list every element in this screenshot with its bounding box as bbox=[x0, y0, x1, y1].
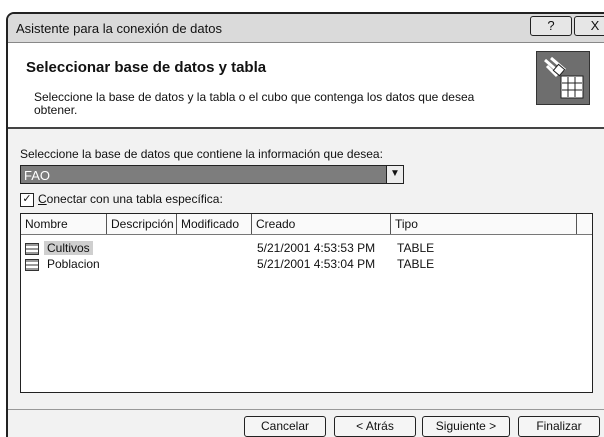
row-name: Cultivos bbox=[44, 241, 93, 255]
next-button[interactable]: Siguiente > bbox=[422, 416, 510, 437]
data-connection-icon bbox=[536, 51, 590, 105]
row-created: 5/21/2001 4:53:04 PM bbox=[257, 257, 376, 271]
column-header-creado[interactable]: Creado bbox=[252, 214, 391, 234]
table-icon bbox=[25, 242, 39, 255]
checkbox-label: onectar con una tabla específica: bbox=[46, 192, 223, 206]
connect-specific-table-checkbox[interactable]: ✓ bbox=[20, 192, 34, 207]
chevron-down-icon[interactable]: ▼ bbox=[386, 165, 404, 184]
table-icon bbox=[25, 258, 39, 271]
step-title: Seleccionar base de datos y tabla bbox=[26, 59, 267, 76]
connect-specific-table-row[interactable]: ✓ Conectar con una tabla específica: bbox=[20, 192, 223, 207]
finish-button[interactable]: Finalizar bbox=[518, 416, 600, 437]
wizard-header: Seleccionar base de datos y tabla Selecc… bbox=[8, 43, 604, 129]
close-button[interactable]: X bbox=[574, 16, 604, 36]
row-name-cell: Cultivos bbox=[25, 240, 93, 256]
cancel-button[interactable]: Cancelar bbox=[244, 416, 326, 437]
checkbox-label-accel: C bbox=[38, 192, 47, 206]
title-bar: Asistente para la conexión de datos ? X bbox=[8, 14, 604, 43]
column-header-descripcion[interactable]: Descripción bbox=[107, 214, 177, 234]
column-header-tipo[interactable]: Tipo bbox=[391, 214, 577, 234]
row-name-cell: Poblacion bbox=[25, 256, 103, 272]
row-type: TABLE bbox=[397, 257, 435, 271]
wizard-body: Seleccione la base de datos que contiene… bbox=[8, 129, 604, 437]
database-label: Seleccione la base de datos que contiene… bbox=[20, 147, 383, 161]
column-header-row: Nombre Descripción Modificado Creado Tip… bbox=[21, 214, 592, 235]
back-button[interactable]: < Atrás bbox=[334, 416, 416, 437]
table-row[interactable]: Poblacion 5/21/2001 4:53:04 PM TABLE bbox=[21, 256, 592, 272]
help-button[interactable]: ? bbox=[530, 16, 572, 36]
step-description: Seleccione la base de datos y la tabla o… bbox=[34, 90, 475, 117]
row-created: 5/21/2001 4:53:53 PM bbox=[257, 241, 376, 255]
data-connection-wizard-window: Asistente para la conexión de datos ? X … bbox=[6, 12, 604, 437]
column-header-modificado[interactable]: Modificado bbox=[177, 214, 252, 234]
column-header-nombre[interactable]: Nombre bbox=[21, 214, 107, 234]
database-selected-value: FAO bbox=[24, 168, 51, 183]
table-row[interactable]: Cultivos 5/21/2001 4:53:53 PM TABLE bbox=[21, 240, 592, 256]
tables-list[interactable]: Nombre Descripción Modificado Creado Tip… bbox=[20, 213, 593, 393]
row-name: Poblacion bbox=[47, 257, 100, 271]
database-combobox[interactable]: FAO ▼ bbox=[20, 165, 404, 184]
window-title: Asistente para la conexión de datos bbox=[16, 21, 222, 36]
row-type: TABLE bbox=[397, 241, 435, 255]
wizard-footer: Cancelar < Atrás Siguiente > Finalizar bbox=[8, 409, 604, 437]
